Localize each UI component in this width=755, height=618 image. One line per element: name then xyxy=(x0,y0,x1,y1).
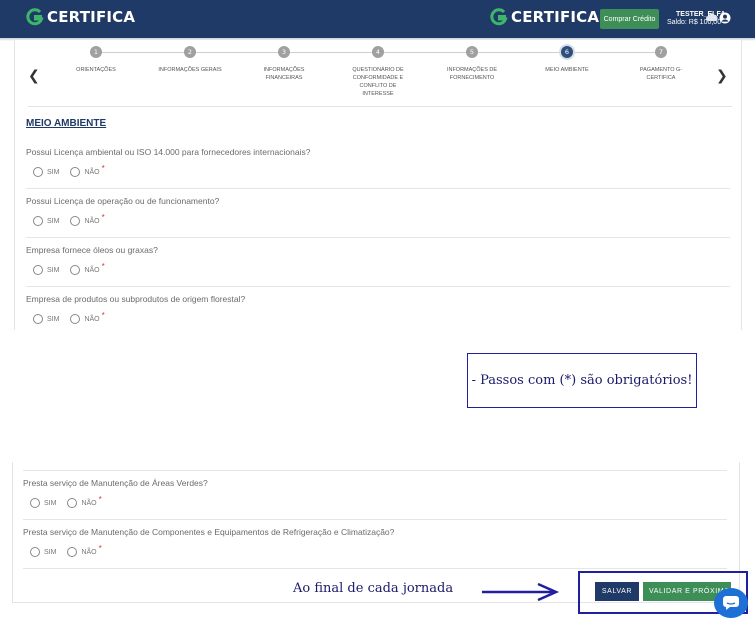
step-number: 6 xyxy=(561,46,573,58)
radio-yes-label: SIM xyxy=(47,315,60,323)
question-text: Empresa fornece óleos ou graxas? xyxy=(26,245,158,255)
chevron-right-icon[interactable]: ❯ xyxy=(716,68,728,84)
chat-button[interactable] xyxy=(714,588,748,618)
chevron-left-icon[interactable]: ❮ xyxy=(28,68,40,84)
user-icon[interactable] xyxy=(719,12,731,24)
radio-no[interactable] xyxy=(70,216,81,226)
step-label: INFORMAÇÕES DE FORNECIMENTO xyxy=(446,67,498,81)
question-item: Presta serviço de Manutenção de Componen… xyxy=(23,527,727,557)
step-number: 2 xyxy=(184,46,196,58)
required-steps-note-text: - Passos com (*) são obrigatórios! xyxy=(471,373,693,388)
logo-icon xyxy=(490,8,508,26)
step-number: 7 xyxy=(655,46,667,58)
divider xyxy=(23,470,727,471)
step-meio-ambiente[interactable]: 6 MEIO AMBIENTE xyxy=(527,46,607,74)
radio-no[interactable] xyxy=(67,498,78,508)
radio-no-label: NÃO xyxy=(81,548,97,556)
step-pagamento[interactable]: 7 PAGAMENTO G-CERTIFICA xyxy=(621,46,701,82)
divider xyxy=(23,519,727,520)
top-navbar: CERTIFICA CERTIFICA Comprar Crédito TEST… xyxy=(0,0,755,38)
radio-no[interactable] xyxy=(70,314,81,324)
radio-yes[interactable] xyxy=(30,547,40,557)
brand-logo-left[interactable]: CERTIFICA xyxy=(26,8,135,26)
step-label: INFORMAÇÕES GERAIS xyxy=(158,67,222,73)
question-text: Possui Licença ambiental ou ISO 14.000 p… xyxy=(26,147,311,157)
question-text: Possui Licença de operação ou de funcion… xyxy=(26,196,220,206)
step-number: 3 xyxy=(278,46,290,58)
question-text: Empresa de produtos ou subprodutos de or… xyxy=(26,294,246,304)
divider xyxy=(26,188,730,189)
divider xyxy=(26,237,730,238)
radio-yes-label: SIM xyxy=(44,548,57,556)
radio-yes-label: SIM xyxy=(47,168,60,176)
radio-yes-label: SIM xyxy=(47,266,60,274)
radio-no-label: NÃO xyxy=(84,217,100,225)
radio-no-label: NÃO xyxy=(84,266,100,274)
logo-icon xyxy=(26,8,44,26)
brand-logo-right[interactable]: CERTIFICA xyxy=(490,8,599,26)
question-item: Possui Licença ambiental ou ISO 14.000 p… xyxy=(26,147,730,177)
radio-yes[interactable] xyxy=(33,167,43,177)
required-marker: * xyxy=(101,261,105,271)
radio-yes-label: SIM xyxy=(44,499,57,507)
buy-credit-button[interactable]: Comprar Crédito xyxy=(600,9,659,29)
step-informacoes-fornecimento[interactable]: 5 INFORMAÇÕES DE FORNECIMENTO xyxy=(432,46,512,82)
brand-name: CERTIFICA xyxy=(47,8,136,26)
radio-no-label: NÃO xyxy=(81,499,97,507)
cloud-icon[interactable] xyxy=(705,12,719,22)
radio-yes[interactable] xyxy=(33,216,43,226)
radio-yes[interactable] xyxy=(33,265,43,275)
question-item: Empresa de produtos ou subprodutos de or… xyxy=(26,294,730,324)
radio-no[interactable] xyxy=(67,547,78,557)
radio-no[interactable] xyxy=(70,265,81,275)
brand-name: CERTIFICA xyxy=(511,8,600,26)
radio-no[interactable] xyxy=(70,167,81,177)
divider xyxy=(28,106,732,107)
radio-no-label: NÃO xyxy=(84,315,100,323)
question-item: Empresa fornece óleos ou graxas? SIM NÃO… xyxy=(26,245,730,275)
step-number: 1 xyxy=(90,46,102,58)
question-text: Presta serviço de Manutenção de Áreas Ve… xyxy=(23,478,208,488)
required-marker: * xyxy=(101,163,105,173)
radio-yes[interactable] xyxy=(33,314,43,324)
required-marker: * xyxy=(101,310,105,320)
radio-yes[interactable] xyxy=(30,498,40,508)
step-label: INFORMAÇÕES FINANCEIRAS xyxy=(263,67,305,81)
step-informacoes-financeiras[interactable]: 3 INFORMAÇÕES FINANCEIRAS xyxy=(244,46,324,82)
radio-yes-label: SIM xyxy=(47,217,60,225)
required-marker: * xyxy=(98,494,102,504)
divider xyxy=(23,568,727,569)
radio-no-label: NÃO xyxy=(84,168,100,176)
step-label: MEIO AMBIENTE xyxy=(545,67,589,73)
step-number: 4 xyxy=(372,46,384,58)
step-label: QUESTIONÁRIO DE CONFORMIDADE E CONFLITO … xyxy=(352,67,404,97)
required-marker: * xyxy=(98,543,102,553)
save-button[interactable]: SALVAR xyxy=(595,582,639,601)
step-number: 5 xyxy=(466,46,478,58)
arrow-right-icon xyxy=(482,582,560,602)
required-steps-note: - Passos com (*) são obrigatórios! xyxy=(467,353,697,408)
step-informacoes-gerais[interactable]: 2 INFORMAÇÕES GERAIS xyxy=(150,46,230,74)
chat-icon xyxy=(723,596,739,610)
required-marker: * xyxy=(101,212,105,222)
question-text: Presta serviço de Manutenção de Componen… xyxy=(23,527,395,537)
step-orientacoes[interactable]: 1 ORIENTAÇÕES xyxy=(56,46,136,74)
divider xyxy=(26,286,730,287)
question-item: Possui Licença de operação ou de funcion… xyxy=(26,196,730,226)
section-title: MEIO AMBIENTE xyxy=(26,118,107,129)
step-label: ORIENTAÇÕES xyxy=(76,67,116,73)
journey-end-note: Ao final de cada jornada xyxy=(293,581,454,596)
step-questionario[interactable]: 4 QUESTIONÁRIO DE CONFORMIDADE E CONFLIT… xyxy=(338,46,418,98)
question-item: Presta serviço de Manutenção de Áreas Ve… xyxy=(23,478,727,508)
step-label: PAGAMENTO G-CERTIFICA xyxy=(639,67,683,81)
